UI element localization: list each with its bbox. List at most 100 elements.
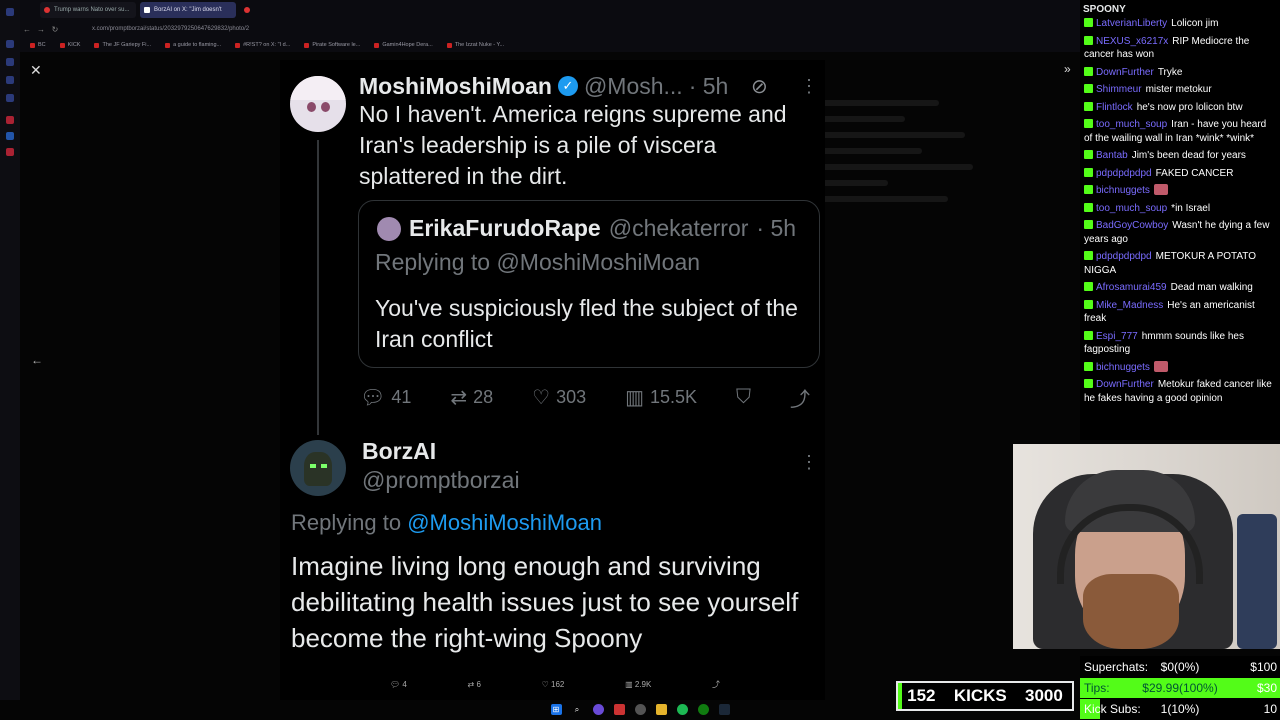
repost-count: 28 [473, 386, 494, 407]
views-button[interactable]: ▥ 2.9K [625, 680, 651, 689]
repost-button[interactable]: ⇄ 28 [450, 385, 493, 410]
bookmark[interactable]: BC [30, 42, 46, 48]
avatar[interactable] [290, 440, 346, 496]
quote-author-name: ErikaFurudoRape [409, 215, 601, 241]
browser-tab-active[interactable]: BorzAI on X: "Jim doesn't [140, 2, 236, 18]
sidebar-icon[interactable] [6, 76, 14, 84]
bookmark[interactable]: Pirate Software le... [304, 42, 360, 48]
bookmark[interactable]: The Izzat Nuke - Y... [446, 42, 504, 48]
chevron-right-icon[interactable]: » [1064, 62, 1071, 76]
donation-goals: Superchats: $0(0%) $100 Tips: $29.99(100… [1080, 656, 1280, 720]
sidebar-icon[interactable] [6, 148, 14, 156]
bookmark[interactable]: #R!ST? on X: "I d... [235, 42, 290, 48]
chat-text: mister metokur [1145, 84, 1212, 95]
quote-text: You've suspiciously fled the subject of … [375, 295, 798, 352]
forward-icon[interactable]: → [34, 25, 48, 34]
chat-username[interactable]: Shimmeur [1096, 84, 1142, 95]
folder-icon[interactable] [655, 703, 667, 715]
tweet-time[interactable]: · 5h [689, 73, 729, 100]
sidebar-icon[interactable] [6, 58, 14, 66]
tweet-actions: 💬︎ 41 ⇄ 28 ♡ 303 ▥ 15.5K ⛉ ⤴ [360, 382, 810, 412]
search-icon[interactable]: ⌕ [572, 704, 583, 715]
chat-username[interactable]: Flintlock [1096, 102, 1133, 113]
chat-username[interactable]: LatverianLiberty [1096, 18, 1167, 29]
stream-chat: SPOONY LatverianLiberty Lolicon jim NEXUS_… [1080, 0, 1280, 440]
address-bar: ← → ↻ x.com/promptborzai/status/20329792… [20, 20, 1080, 38]
sidebar-icon[interactable] [6, 116, 14, 124]
bookmark[interactable]: The JF Gariepy Fi... [94, 42, 151, 48]
kick-badge-icon [1084, 66, 1093, 76]
more-options-icon[interactable]: ⋮ [800, 452, 818, 473]
back-icon[interactable]: ← [20, 25, 34, 34]
bookmark[interactable]: Gamin4Hope Dera... [374, 42, 433, 48]
bookmark[interactable]: a guide to flaming... [165, 42, 221, 48]
sidebar-icon[interactable] [6, 8, 14, 16]
author-name[interactable]: BorzAI [362, 438, 436, 465]
windows-start-icon[interactable]: ⊞ [550, 703, 562, 715]
chat-username[interactable]: bichnuggets [1096, 362, 1150, 373]
author-handle[interactable]: @promptborzai [362, 467, 520, 494]
reply-button[interactable]: 💬︎ 4 [390, 680, 407, 689]
sidebar-icon[interactable] [6, 94, 14, 102]
chat-username[interactable]: too_much_soup [1096, 203, 1167, 214]
goal-superchats: Superchats: $0(0%) $100 [1080, 657, 1280, 677]
chat-username[interactable]: Bantab [1096, 150, 1128, 161]
share-icon[interactable]: ⤴ [712, 679, 720, 690]
author-name[interactable]: MoshiMoshiMoan [359, 73, 552, 100]
goal-value: 1(10%) [1160, 702, 1200, 716]
url-field[interactable]: x.com/promptborzai/status/20329792506476… [92, 26, 249, 32]
chat-username[interactable]: BadGoyCowboy [1096, 220, 1168, 231]
more-options-icon[interactable]: ⋮ [800, 76, 818, 97]
chat-message: pdpdpdpdpd FAKED CANCER [1080, 165, 1280, 183]
chat-message: Mike_Madness He's an americanist freak [1080, 297, 1280, 328]
spotify-icon[interactable] [676, 703, 688, 715]
chat-text: Lolicon jim [1171, 18, 1219, 29]
chat-message: LatverianLiberty Lolicon jim [1080, 15, 1280, 33]
chat-username[interactable]: Mike_Madness [1096, 300, 1163, 311]
xbox-icon[interactable] [697, 703, 709, 715]
chat-text: Jim's been dead for years [1131, 150, 1246, 161]
new-tab-button[interactable]: + [240, 2, 254, 18]
steam-icon[interactable] [718, 703, 730, 715]
sidebar-icon[interactable] [6, 40, 14, 48]
chat-username[interactable]: too_much_soup [1096, 119, 1167, 130]
tweet-thread: MoshiMoshiMoan ✓ @Mosh... · 5h ⊘ ⋮ No I … [280, 60, 825, 700]
quoted-tweet[interactable]: ErikaFurudoRape @chekaterror · 5h Replyi… [358, 200, 820, 368]
mention-link[interactable]: @MoshiMoshiMoan [407, 510, 602, 535]
browser-icon[interactable] [592, 703, 604, 715]
chat-username[interactable]: pdpdpdpdpd [1096, 251, 1152, 262]
kick-badge-icon [1084, 119, 1093, 128]
browser-tab[interactable]: Trump warns Nato over su... [40, 2, 136, 18]
bookmark-button[interactable]: ⛉ [736, 386, 751, 409]
goal-max: $100 [1250, 660, 1277, 674]
chat-username[interactable]: DownFurther [1096, 67, 1154, 78]
like-button[interactable]: ♡ 303 [532, 385, 586, 410]
sidebar-icon[interactable] [6, 132, 14, 140]
kick-label: KICKS [953, 686, 1007, 705]
repost-button[interactable]: ⇄ 6 [468, 680, 481, 689]
views-button[interactable]: ▥ 15.5K [625, 385, 697, 410]
chat-username[interactable]: DownFurther [1096, 379, 1154, 390]
close-icon[interactable]: ✕ [30, 62, 42, 79]
chat-message: DownFurther Tryke [1080, 64, 1280, 82]
like-button[interactable]: ♡ 162 [542, 680, 565, 689]
chat-text: he's now pro lolicon btw [1136, 101, 1243, 113]
author-handle[interactable]: @Mosh... [584, 73, 683, 100]
reload-icon[interactable]: ↻ [48, 25, 62, 34]
chat-username[interactable]: bichnuggets [1096, 185, 1150, 196]
chat-username[interactable]: Espi_777 [1096, 331, 1138, 342]
kick-badge-icon [1084, 299, 1093, 309]
kick-badge-icon [1084, 185, 1093, 194]
reply-button[interactable]: 💬︎ 41 [360, 385, 411, 410]
share-button[interactable]: ⤴ [790, 383, 810, 412]
obs-icon[interactable] [634, 703, 646, 715]
grok-icon[interactable]: ⊘ [751, 74, 768, 99]
arrow-left-icon[interactable]: ← [31, 353, 43, 367]
avatar[interactable] [290, 76, 346, 132]
app-icon[interactable] [613, 703, 625, 715]
chat-message: too_much_soup Iran - have you heard of th… [1080, 116, 1280, 147]
chat-username[interactable]: NEXUS_x6217x [1096, 36, 1168, 47]
chat-username[interactable]: Afrosamurai459 [1096, 282, 1167, 293]
chat-username[interactable]: pdpdpdpdpd [1096, 168, 1152, 179]
bookmark[interactable]: KICK [59, 42, 80, 48]
